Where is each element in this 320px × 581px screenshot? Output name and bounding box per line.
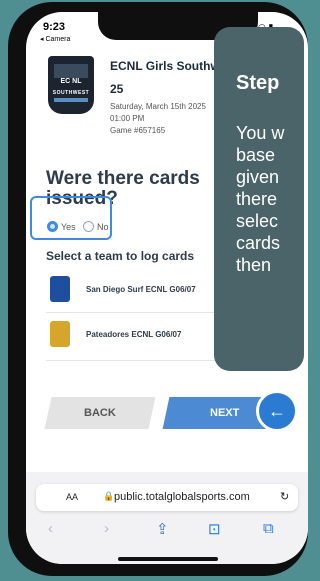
reader-aa-button[interactable]: AA — [66, 492, 78, 502]
tutorial-tooltip: Step You w base given there selec cards … — [214, 27, 304, 371]
radio-yes-circle[interactable] — [47, 221, 58, 232]
game-title-line2: 25 — [110, 82, 124, 96]
radio-no[interactable]: No — [83, 221, 109, 232]
pateadores-logo-icon — [50, 321, 70, 347]
league-logo-text: EC NL — [60, 78, 82, 85]
back-to-camera-link[interactable]: ◂ Camera — [40, 35, 70, 43]
radio-yes[interactable]: Yes — [47, 221, 76, 232]
game-date: Saturday, March 15th 2025 — [110, 102, 206, 111]
tooltip-line: there — [236, 189, 278, 209]
radio-no-circle[interactable] — [83, 221, 94, 232]
game-time: 01:00 PM — [110, 114, 145, 123]
status-time: 9:23 — [43, 21, 66, 33]
bookmarks-icon[interactable]: ⊡ — [208, 520, 221, 538]
radio-yes-label: Yes — [61, 222, 76, 232]
tooltip-line: then — [236, 255, 272, 275]
league-logo: EC NL SOUTHWEST — [48, 56, 94, 114]
tabs-icon[interactable]: ⧉ — [263, 520, 274, 537]
team-name: San Diego Surf ECNL G06/07 — [86, 285, 196, 294]
radio-no-label: No — [97, 222, 109, 232]
surf-logo-icon — [50, 276, 70, 302]
tooltip-heading: Step — [236, 72, 280, 94]
tooltip-line: given — [236, 167, 280, 187]
browser-back-icon[interactable]: ‹ — [48, 520, 53, 537]
url-text[interactable]: public.totalglobalsports.com — [114, 491, 250, 503]
game-number: Game #657165 — [110, 126, 166, 135]
select-team-heading: Select a team to log cards — [46, 249, 195, 263]
home-indicator — [118, 557, 218, 561]
tooltip-line: base — [236, 145, 276, 165]
cards-question-line1: Were there cards — [46, 168, 200, 189]
league-logo-subtext: SOUTHWEST — [52, 90, 90, 96]
reload-icon[interactable]: ↻ — [280, 490, 289, 503]
team-name: Pateadores ECNL G06/07 — [86, 330, 182, 339]
address-bar[interactable]: AA 🔒 public.totalglobalsports.com ↻ — [36, 484, 298, 511]
back-button[interactable]: BACK — [44, 397, 156, 429]
lock-icon: 🔒 — [103, 491, 115, 501]
tooltip-line: cards — [236, 233, 281, 253]
browser-forward-icon[interactable]: › — [104, 520, 109, 537]
share-icon[interactable]: ⇪ — [156, 520, 169, 538]
tooltip-line: You w — [236, 123, 285, 143]
cards-radio-highlight — [30, 196, 112, 240]
tooltip-line: selec — [236, 211, 279, 231]
tour-back-arrow-icon[interactable]: ← — [256, 390, 298, 432]
